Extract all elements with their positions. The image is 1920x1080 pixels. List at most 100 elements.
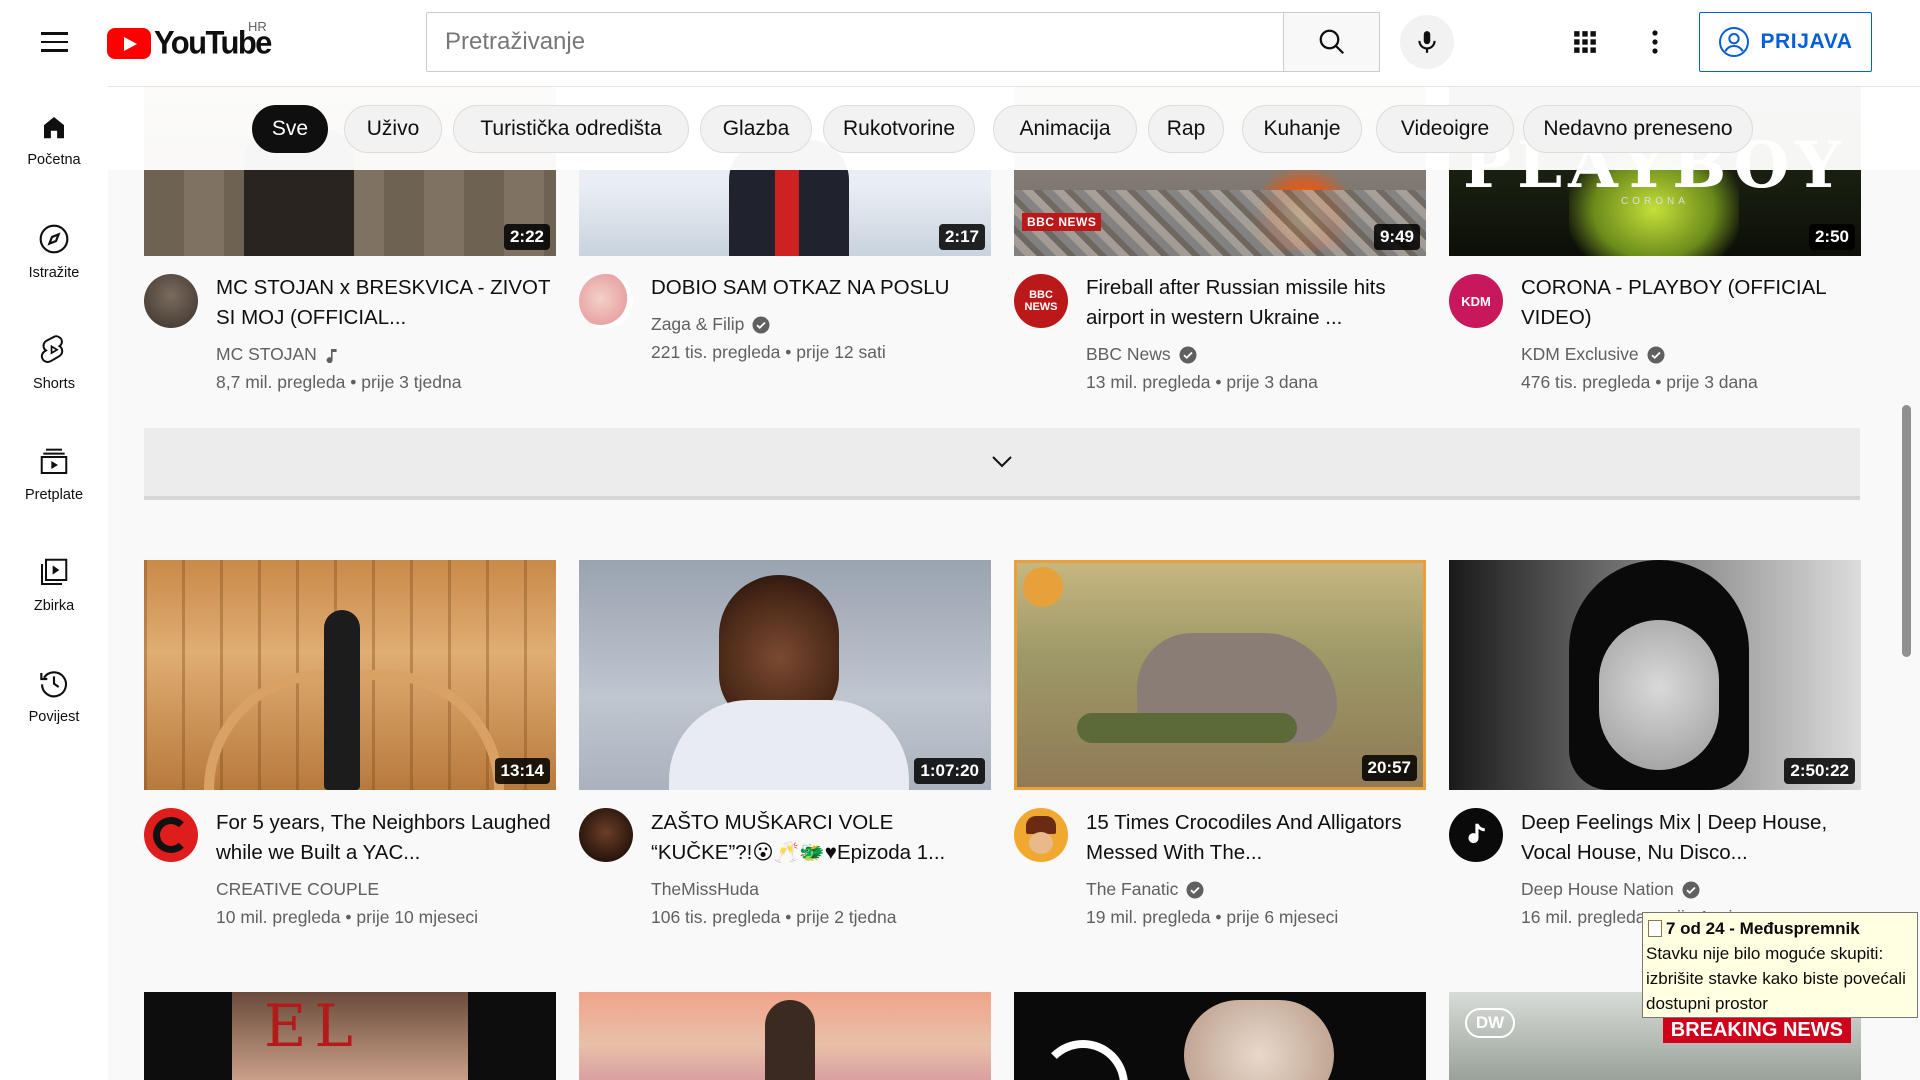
page-scrollbar-thumb[interactable] xyxy=(1902,405,1911,657)
chip-animation[interactable]: Animacija xyxy=(993,105,1137,153)
video-duration: 2:50:22 xyxy=(1784,758,1855,784)
sidebar-item-shorts[interactable]: Shorts xyxy=(0,308,108,408)
view-count: 106 tis. pregleda xyxy=(651,907,781,927)
channel-name: Zaga & Filip xyxy=(651,314,745,334)
bbc-news-watermark: BBC NEWS xyxy=(1022,213,1102,231)
channel-name-row[interactable]: KDM Exclusive xyxy=(1521,344,1665,365)
channel-name-row[interactable]: MC STOJAN xyxy=(216,344,339,365)
channel-avatar[interactable]: BBC NEWS xyxy=(1014,274,1068,328)
music-note-icon xyxy=(326,348,337,363)
clipboard-notification-line: izbrišite stavke kako biste povećali xyxy=(1646,969,1906,988)
video-duration: 2:17 xyxy=(938,224,985,250)
sidebar-item-library[interactable]: Zbirka xyxy=(0,530,108,630)
chip-music[interactable]: Glazba xyxy=(700,105,812,153)
video-thumbnail[interactable]: 13:14 xyxy=(144,560,556,790)
verified-icon xyxy=(1186,881,1204,898)
apps-grid-icon xyxy=(1574,31,1596,53)
view-count: 19 mil. pregleda xyxy=(1086,907,1211,927)
channel-name: BBC News xyxy=(1086,344,1171,364)
verified-icon xyxy=(1179,346,1197,363)
microphone-icon xyxy=(1418,31,1436,53)
clipboard-notification-line: dostupni prostor xyxy=(1646,994,1768,1013)
view-count: 16 mil. pregleda xyxy=(1521,907,1646,927)
channel-avatar[interactable] xyxy=(1449,808,1503,862)
video-thumbnail[interactable] xyxy=(1014,992,1426,1080)
upload-age: prije 6 mjeseci xyxy=(1226,907,1339,927)
apps-button[interactable] xyxy=(1565,22,1605,62)
account-icon xyxy=(1719,27,1750,57)
search-button[interactable] xyxy=(1283,12,1380,72)
sidebar-item-home[interactable]: Početna xyxy=(0,86,108,186)
channel-avatar[interactable] xyxy=(144,808,198,862)
video-title[interactable]: Fireball after Russian missile hits airp… xyxy=(1086,273,1434,333)
video-thumbnail[interactable] xyxy=(579,992,991,1080)
show-more-expander[interactable] xyxy=(144,428,1860,500)
verified-icon xyxy=(1682,881,1700,898)
library-icon xyxy=(41,558,68,585)
verified-icon xyxy=(1647,346,1665,363)
view-count: 10 mil. pregleda xyxy=(216,907,341,927)
channel-name-row[interactable]: TheMissHuda xyxy=(651,879,759,900)
video-metadata: 8,7 mil. pregleda • prije 3 tjedna xyxy=(216,372,462,392)
channel-name: TheMissHuda xyxy=(651,879,759,899)
video-title[interactable]: ZAŠTO MUŠKARCI VOLE “KUČKE”?!😮🥂🐲♥Epizoda… xyxy=(651,808,999,868)
video-title[interactable]: DOBIO SAM OTKAZ NA POSLU xyxy=(651,273,999,303)
chip-travel-destinations[interactable]: Turistička odredišta xyxy=(453,105,689,153)
voice-search-button[interactable] xyxy=(1400,15,1454,69)
sidebar-item-label: Povijest xyxy=(28,709,80,725)
corona-subtitle-art: CORONA xyxy=(1621,196,1689,207)
video-metadata: 476 tis. pregleda • prije 3 dana xyxy=(1521,372,1758,392)
channel-avatar[interactable] xyxy=(144,274,198,328)
verified-icon xyxy=(752,316,770,333)
channel-avatar[interactable] xyxy=(579,274,633,328)
video-title[interactable]: MC STOJAN x BRESKVICA - ZIVOT SI MOJ (OF… xyxy=(216,273,564,333)
breaking-news-banner: BREAKING NEWS xyxy=(1662,1018,1851,1043)
chip-all[interactable]: Sve xyxy=(252,105,328,153)
channel-avatar[interactable]: KDM xyxy=(1449,274,1503,328)
channel-name-row[interactable]: Deep House Nation xyxy=(1521,879,1700,900)
youtube-logo[interactable]: YouTube xyxy=(107,24,272,61)
sidebar-item-history[interactable]: Povijest xyxy=(0,641,108,741)
search-icon xyxy=(1319,29,1344,55)
settings-more-button[interactable] xyxy=(1640,22,1670,62)
chip-video-games[interactable]: Videoigre xyxy=(1376,105,1514,153)
chip-cooking[interactable]: Kuhanje xyxy=(1242,105,1362,153)
more-vert-icon xyxy=(1652,30,1658,54)
channel-avatar[interactable] xyxy=(1014,808,1068,862)
video-thumbnail[interactable]: 2:50:22 xyxy=(1449,560,1861,790)
thumbnail-title-art: EL xyxy=(264,992,361,1060)
view-count: 13 mil. pregleda xyxy=(1086,372,1211,392)
channel-name-row[interactable]: BBC News xyxy=(1086,344,1197,365)
upload-age: prije 3 dana xyxy=(1666,372,1758,392)
signin-button[interactable]: PRIJAVA xyxy=(1699,12,1872,72)
sidebar-item-label: Istražite xyxy=(28,265,80,281)
channel-avatar[interactable] xyxy=(579,808,633,862)
chip-live[interactable]: Uživo xyxy=(344,105,442,153)
channel-name-row[interactable]: Zaga & Filip xyxy=(651,314,770,335)
bbc-news-avatar-logo: BBC NEWS xyxy=(1024,289,1058,313)
sidebar-item-explore[interactable]: Istražite xyxy=(0,197,108,297)
chip-recently-uploaded[interactable]: Nedavno preneseno xyxy=(1523,105,1753,153)
channel-name-row[interactable]: The Fanatic xyxy=(1086,879,1204,900)
video-title[interactable]: For 5 years, The Neighbors Laughed while… xyxy=(216,808,564,868)
video-thumbnail[interactable]: 20:57 xyxy=(1014,560,1426,790)
sidebar-item-subscriptions[interactable]: Pretplate xyxy=(0,419,108,519)
music-note-icon xyxy=(1468,823,1485,844)
channel-name: Deep House Nation xyxy=(1521,879,1674,899)
video-thumbnail[interactable]: EL xyxy=(144,992,556,1080)
search-input[interactable] xyxy=(445,28,1265,56)
video-title[interactable]: 15 Times Crocodiles And Alligators Messe… xyxy=(1086,808,1434,868)
upload-age: prije 3 dana xyxy=(1226,372,1318,392)
video-metadata: 10 mil. pregleda • prije 10 mjeseci xyxy=(216,907,478,927)
video-title[interactable]: Deep Feelings Mix | Deep House, Vocal Ho… xyxy=(1521,808,1869,868)
chip-rap[interactable]: Rap xyxy=(1148,105,1224,153)
channel-name-row[interactable]: CREATIVE COUPLE xyxy=(216,879,379,900)
upload-age: prije 12 sati xyxy=(796,342,886,362)
upload-age: prije 3 tjedna xyxy=(361,372,462,392)
menu-icon[interactable] xyxy=(28,22,80,62)
subscriptions-icon xyxy=(40,448,68,474)
video-title[interactable]: CORONA - PLAYBOY (OFFICIAL VIDEO) xyxy=(1521,273,1869,333)
chip-crafts[interactable]: Rukotvorine xyxy=(823,105,975,153)
clipboard-notification-line: Stavku nije bilo moguće skupiti: xyxy=(1646,944,1884,963)
video-thumbnail[interactable]: 1:07:20 xyxy=(579,560,991,790)
